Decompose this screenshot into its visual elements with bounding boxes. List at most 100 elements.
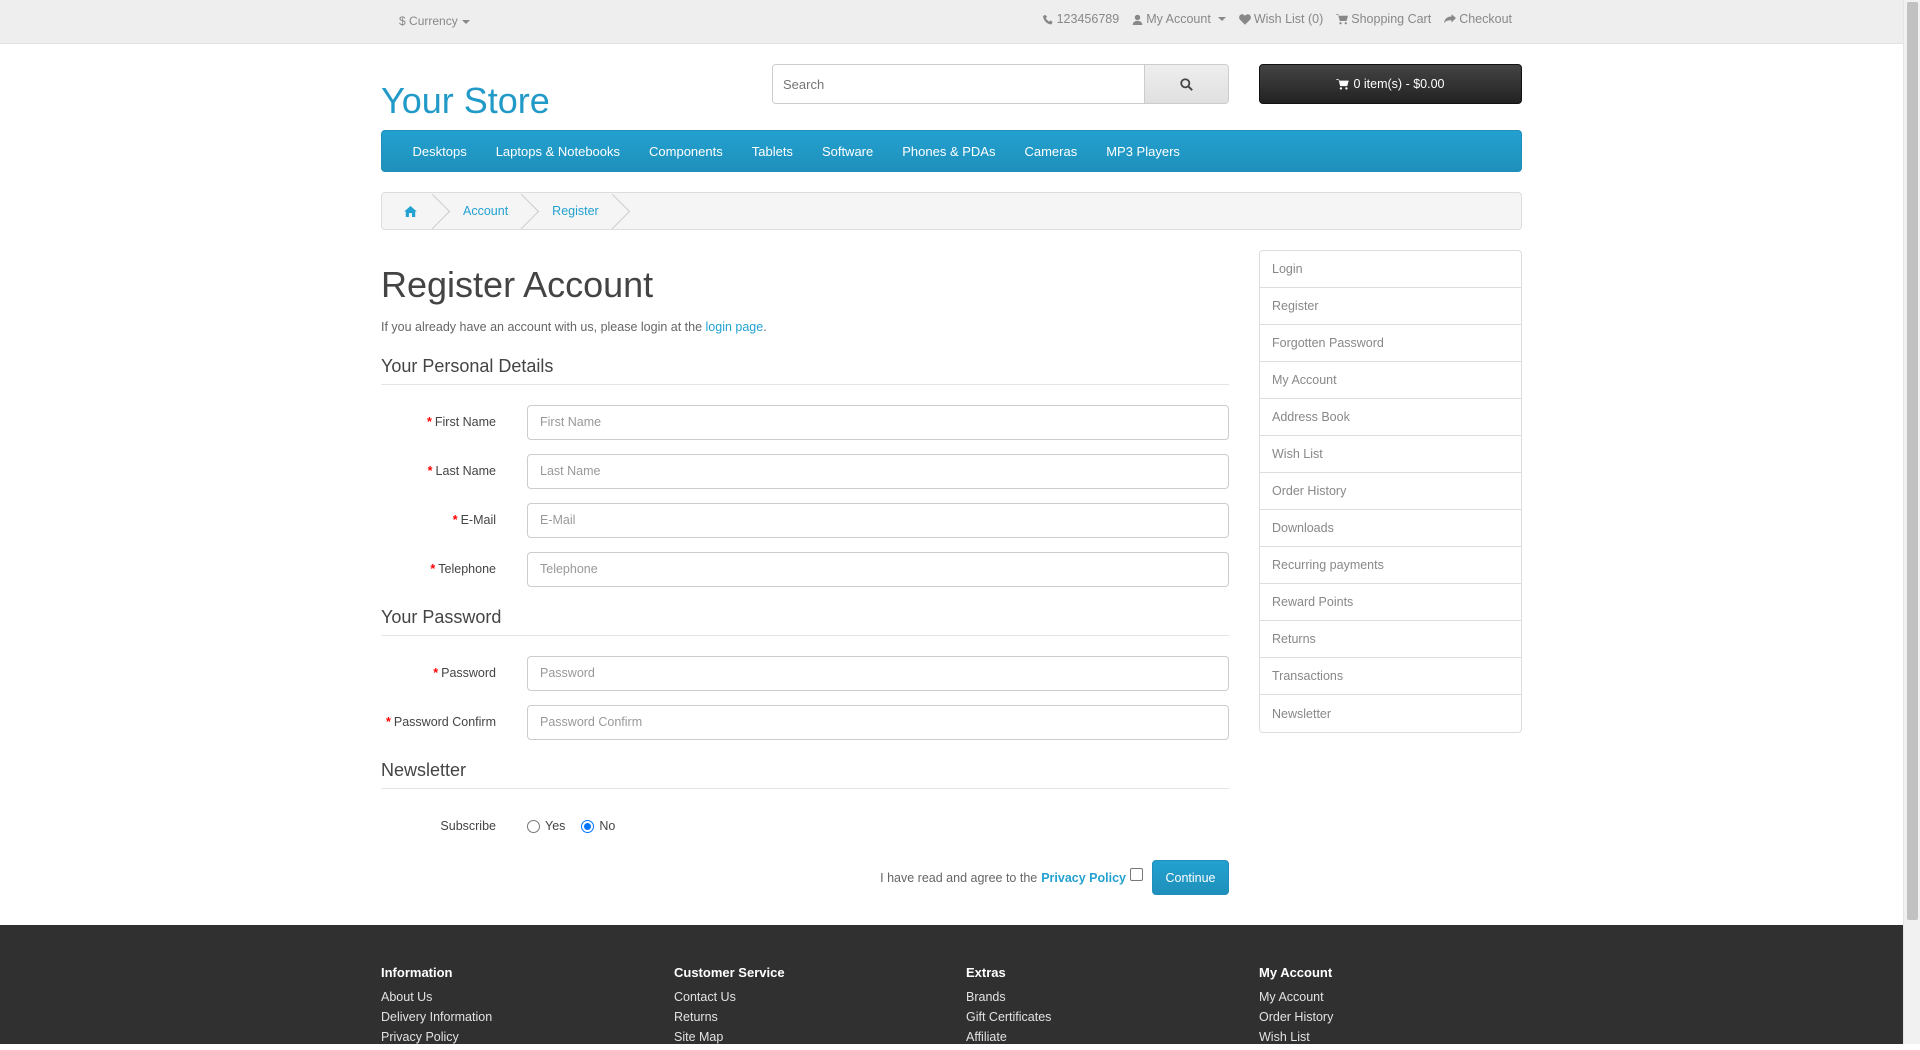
footer-link[interactable]: Order History xyxy=(1259,1010,1333,1030)
shopping-cart-link[interactable]: Shopping Cart xyxy=(1336,12,1431,26)
telephone-label: * Telephone xyxy=(381,562,496,576)
breadcrumb-home[interactable] xyxy=(382,193,439,229)
menu-item-laptops[interactable]: Laptops & Notebooks xyxy=(481,144,634,159)
form-row-password-confirm: * Password Confirm xyxy=(381,704,1229,740)
my-account-dropdown[interactable]: My Account xyxy=(1132,12,1226,26)
footer-link[interactable]: Delivery Information xyxy=(381,1010,492,1030)
checkout-label: Checkout xyxy=(1459,12,1512,26)
footer-column-customer-service: Customer Service Contact Us Returns Site… xyxy=(674,965,785,1050)
first-name-label-text: First Name xyxy=(434,415,496,429)
sidebar-item-my-account[interactable]: My Account xyxy=(1260,362,1521,399)
sidebar-item-returns[interactable]: Returns xyxy=(1260,621,1521,658)
continue-button[interactable]: Continue xyxy=(1152,860,1229,895)
footer-link[interactable]: Site Map xyxy=(674,1030,785,1050)
search-box xyxy=(772,64,1229,104)
footer-link[interactable]: My Account xyxy=(1259,990,1333,1010)
first-name-input[interactable] xyxy=(527,404,1229,440)
menu-item-desktops[interactable]: Desktops xyxy=(398,144,481,159)
search-input[interactable] xyxy=(773,65,1144,103)
menu-item-tablets[interactable]: Tablets xyxy=(737,144,807,159)
breadcrumb-register[interactable]: Register xyxy=(528,193,619,229)
subscribe-yes-label: Yes xyxy=(545,819,566,833)
share-icon xyxy=(1444,13,1457,23)
required-marker: * xyxy=(430,562,436,576)
footer-column-information: Information About Us Delivery Informatio… xyxy=(381,965,492,1050)
menu-item-mp3[interactable]: MP3 Players xyxy=(1092,144,1195,159)
footer-link[interactable]: Gift Certificates xyxy=(966,1010,1051,1030)
privacy-policy-link[interactable]: Privacy Policy xyxy=(1041,871,1126,885)
menu-item-software[interactable]: Software xyxy=(807,144,887,159)
form-row-last-name: * Last Name xyxy=(381,453,1229,489)
sidebar-item-downloads[interactable]: Downloads xyxy=(1260,510,1521,547)
required-marker: * xyxy=(427,464,433,478)
sidebar-item-address-book[interactable]: Address Book xyxy=(1260,399,1521,436)
agree-text: I have read and agree to the xyxy=(880,870,1038,885)
scrollbar-thumb[interactable] xyxy=(1907,2,1918,920)
intro-text-start: If you already have an account with us, … xyxy=(381,320,706,334)
agree-checkbox[interactable] xyxy=(1130,868,1143,881)
page-scrollbar[interactable] xyxy=(1903,0,1920,1044)
last-name-input[interactable] xyxy=(527,453,1229,489)
wishlist-link[interactable]: Wish List (0) xyxy=(1238,12,1324,26)
sidebar-item-recurring-payments[interactable]: Recurring payments xyxy=(1260,547,1521,584)
required-marker: * xyxy=(433,666,439,680)
subscribe-no-radio[interactable] xyxy=(581,819,595,833)
top-bar: $ Currency 123456789 My Account Wish Lis… xyxy=(0,0,1903,44)
sidebar-item-reward-points[interactable]: Reward Points xyxy=(1260,584,1521,621)
footer-link[interactable]: Brands xyxy=(966,990,1051,1010)
cart-icon xyxy=(1336,13,1349,24)
breadcrumb-account[interactable]: Account xyxy=(439,193,528,229)
subscribe-yes-radio[interactable] xyxy=(527,819,540,833)
password-input[interactable] xyxy=(527,655,1229,691)
personal-details-legend: Your Personal Details xyxy=(381,356,1229,385)
wishlist-label: Wish List (0) xyxy=(1253,12,1324,26)
form-row-subscribe: Subscribe Yes No xyxy=(381,808,1229,844)
footer-link[interactable]: About Us xyxy=(381,990,492,1010)
first-name-label: * First Name xyxy=(381,415,496,429)
checkout-link[interactable]: Checkout xyxy=(1444,12,1512,26)
search-button[interactable] xyxy=(1144,65,1228,103)
sidebar-item-newsletter[interactable]: Newsletter xyxy=(1260,695,1521,732)
required-marker: * xyxy=(427,415,432,429)
footer-link[interactable]: Contact Us xyxy=(674,990,785,1010)
currency-dropdown[interactable]: $ Currency xyxy=(399,14,470,28)
form-row-email: * E-Mail xyxy=(381,502,1229,538)
currency-label: Currency xyxy=(409,14,458,28)
menu-item-cameras[interactable]: Cameras xyxy=(1010,144,1092,159)
footer-link[interactable]: Returns xyxy=(674,1010,785,1030)
telephone-input[interactable] xyxy=(527,551,1229,587)
store-logo[interactable]: Your Store xyxy=(381,80,550,122)
sidebar-item-register[interactable]: Register xyxy=(1260,288,1521,325)
form-actions: I have read and agree to the Privacy Pol… xyxy=(381,860,1229,896)
footer-link[interactable]: Affiliate xyxy=(966,1030,1051,1050)
footer-column-my-account: My Account My Account Order History Wish… xyxy=(1259,965,1333,1050)
password-confirm-label: * Password Confirm xyxy=(381,715,496,729)
search-icon xyxy=(1180,77,1193,91)
sidebar-item-transactions[interactable]: Transactions xyxy=(1260,658,1521,695)
last-name-label: * Last Name xyxy=(381,464,496,478)
footer-link[interactable]: Privacy Policy xyxy=(381,1030,492,1050)
heart-icon xyxy=(1238,13,1251,25)
sidebar-item-wish-list[interactable]: Wish List xyxy=(1260,436,1521,473)
email-label-text: E-Mail xyxy=(460,513,496,527)
subscribe-no-label: No xyxy=(599,819,616,833)
menu-item-phones[interactable]: Phones & PDAs xyxy=(888,144,1010,159)
subscribe-yes-option[interactable]: Yes xyxy=(527,819,565,833)
sidebar-item-login[interactable]: Login xyxy=(1260,251,1521,288)
form-row-telephone: * Telephone xyxy=(381,551,1229,587)
email-input[interactable] xyxy=(527,502,1229,538)
footer-column-extras: Extras Brands Gift Certificates Affiliat… xyxy=(966,965,1051,1050)
sidebar-item-order-history[interactable]: Order History xyxy=(1260,473,1521,510)
cart-icon xyxy=(1336,78,1350,90)
register-form: Register Account If you already have an … xyxy=(381,248,1229,896)
phone-link[interactable]: 123456789 xyxy=(1042,12,1119,26)
password-confirm-input[interactable] xyxy=(527,704,1229,740)
telephone-label-text: Telephone xyxy=(438,562,496,576)
menu-item-components[interactable]: Components xyxy=(635,144,738,159)
subscribe-no-option[interactable]: No xyxy=(581,819,615,833)
breadcrumb: Account Register xyxy=(381,192,1522,230)
sidebar-item-forgotten-password[interactable]: Forgotten Password xyxy=(1260,325,1521,362)
cart-button[interactable]: 0 item(s) - $0.00 xyxy=(1259,64,1522,104)
login-page-link[interactable]: login page xyxy=(706,320,764,334)
footer-link[interactable]: Wish List xyxy=(1259,1030,1333,1050)
